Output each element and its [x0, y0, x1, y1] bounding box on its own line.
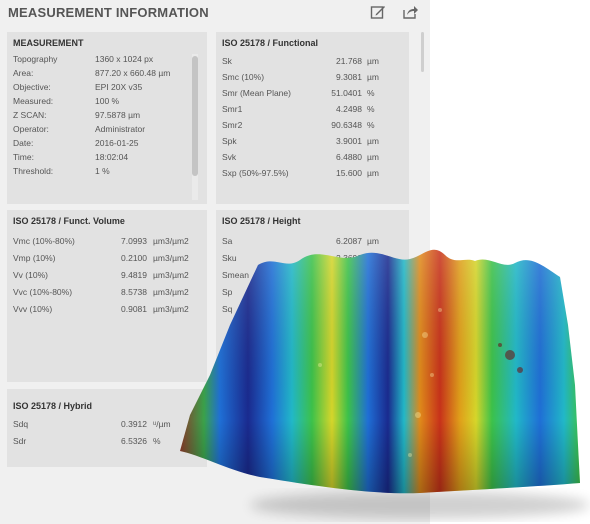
functional-panel: ISO 25178 / Functional Sk 21.768 µm Smc (1…: [216, 32, 409, 204]
panel-title: ISO 25178 / Funct. Volume: [13, 216, 125, 226]
edit-icon[interactable]: [370, 4, 386, 20]
header: MEASUREMENT INFORMATION: [8, 4, 209, 24]
measurement-panel: MEASUREMENT Topography 1360 x 1024 px Are…: [7, 32, 207, 204]
panel-title: MEASUREMENT: [13, 38, 84, 48]
3d-surface-topography: [180, 249, 590, 519]
scrollbar[interactable]: [192, 54, 198, 200]
page-scrollbar-thumb[interactable]: [421, 32, 424, 72]
panel-title: ISO 25178 / Hybrid: [13, 401, 93, 411]
page-title: MEASUREMENT INFORMATION: [8, 5, 209, 20]
panel-title: ISO 25178 / Functional: [222, 38, 319, 48]
scrollbar-thumb[interactable]: [192, 56, 198, 176]
share-icon[interactable]: [402, 4, 418, 20]
page-scrollbar[interactable]: [420, 32, 425, 232]
